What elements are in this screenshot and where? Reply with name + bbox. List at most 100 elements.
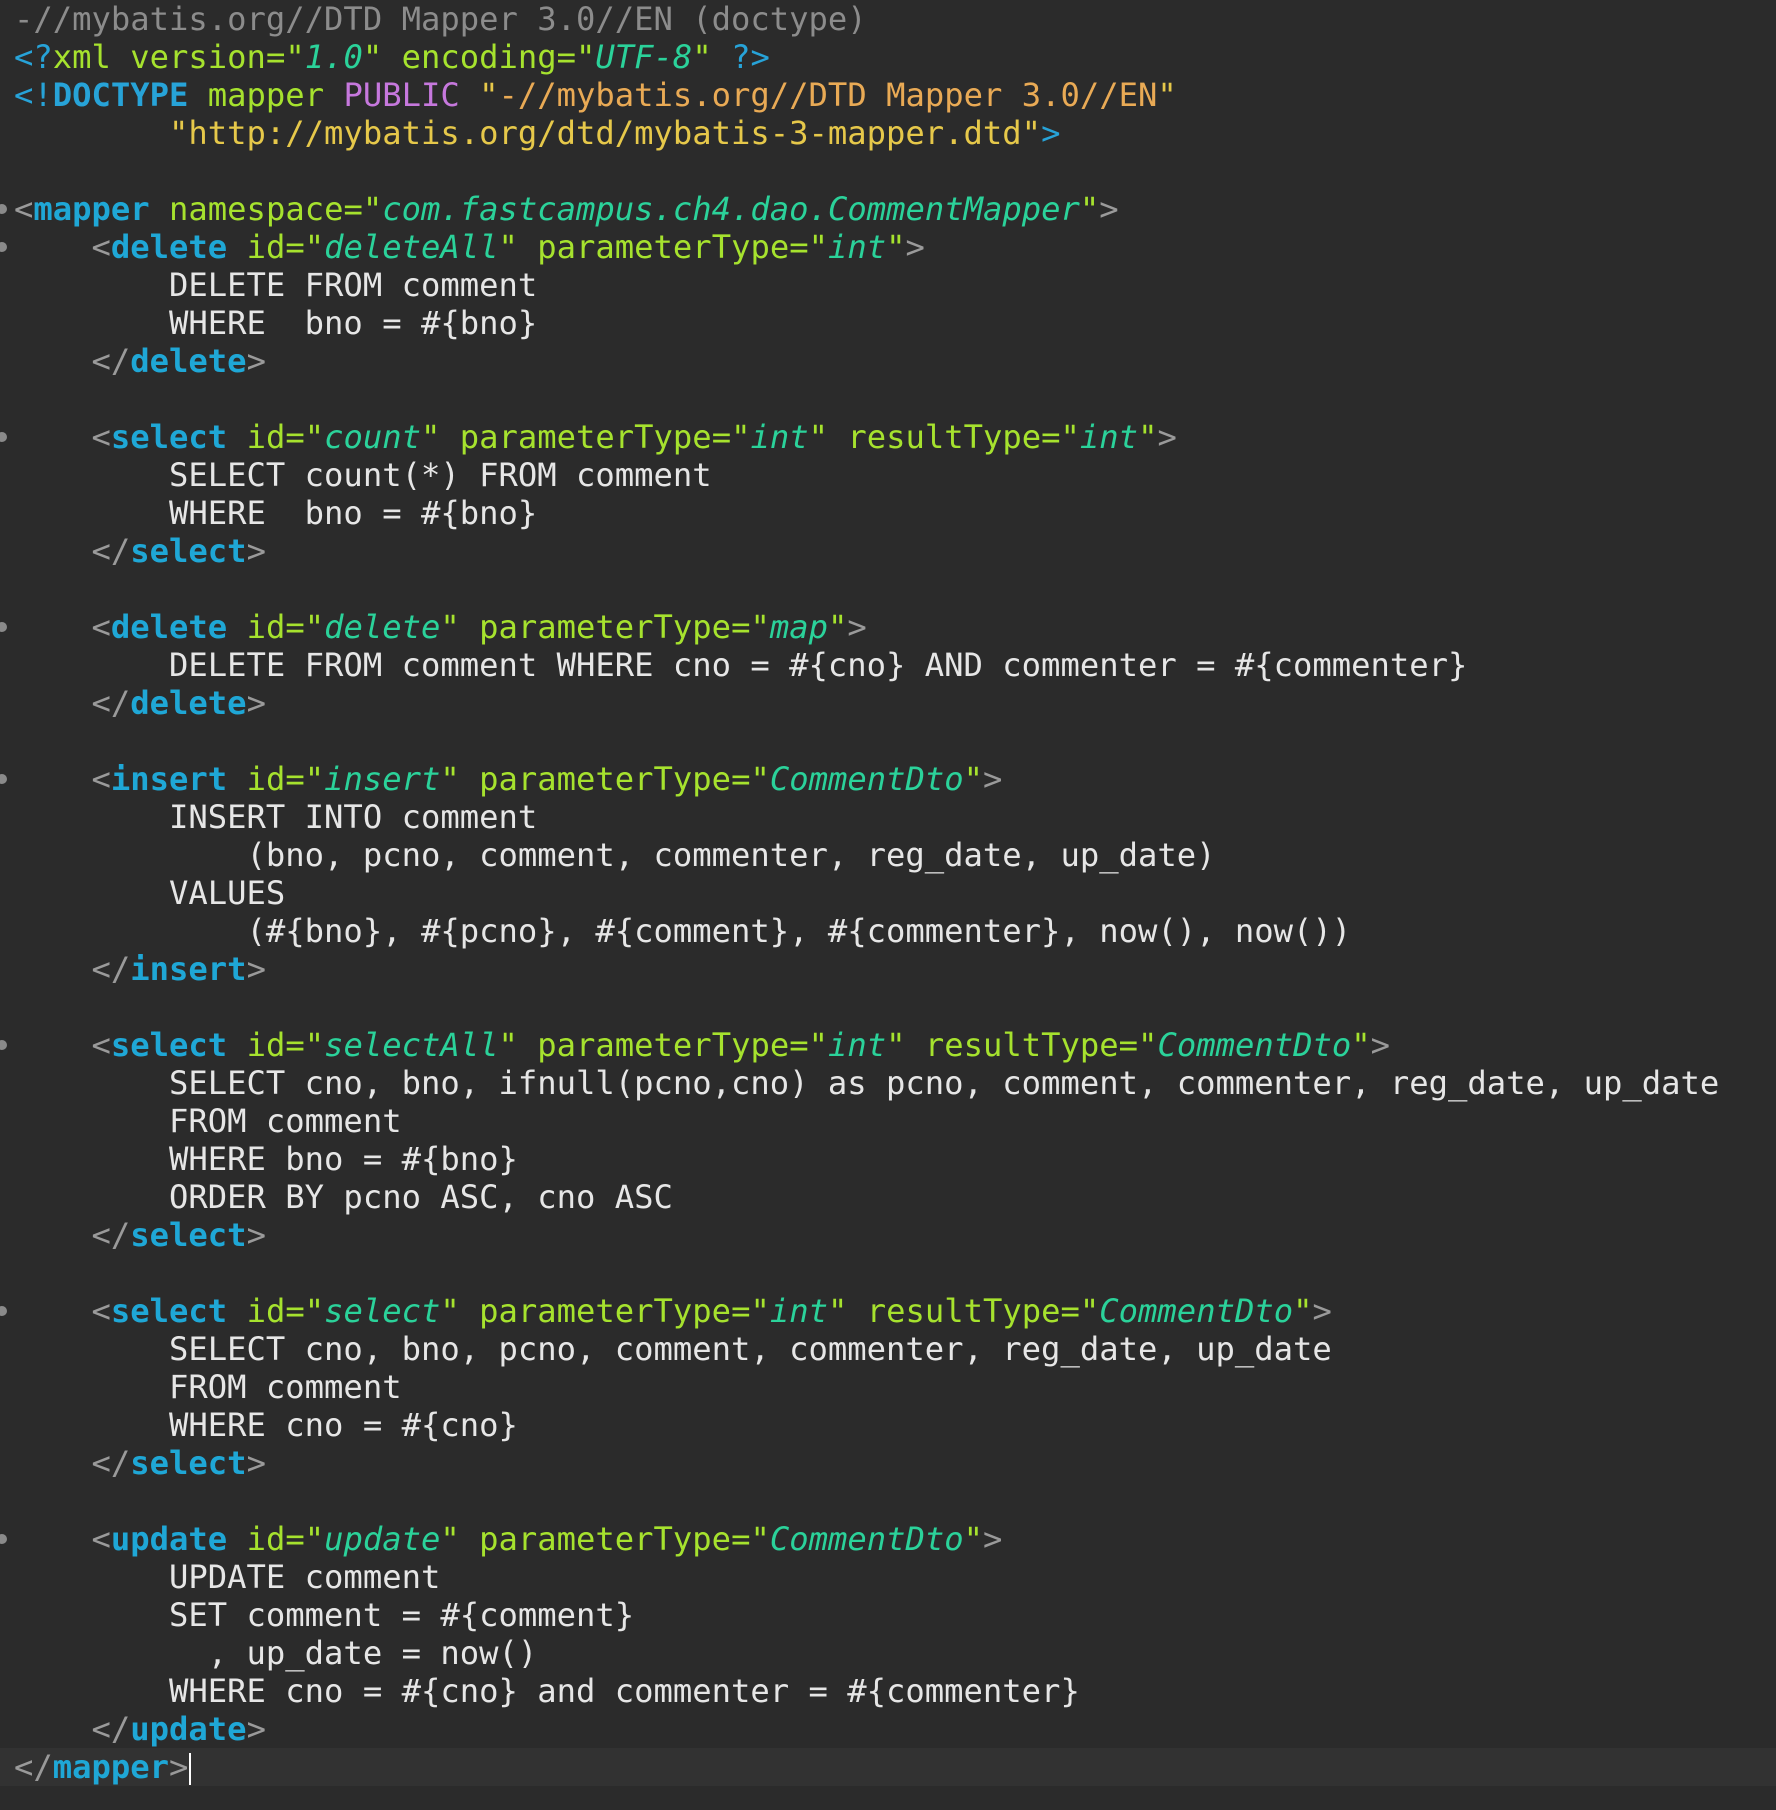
code-line[interactable]: SET comment = #{comment} bbox=[14, 1596, 634, 1634]
code-token: SET comment = #{comment} bbox=[14, 1596, 635, 1634]
fold-toggle-icon[interactable] bbox=[0, 774, 7, 784]
code-token: FROM comment bbox=[14, 1102, 402, 1140]
code-line[interactable]: </delete> bbox=[14, 342, 266, 380]
code-token: " bbox=[1293, 1292, 1313, 1330]
code-line[interactable]: (bno, pcno, comment, commenter, reg_date… bbox=[14, 836, 1216, 874]
code-token: =" bbox=[789, 1026, 828, 1064]
code-line[interactable]: SELECT cno, bno, ifnull(pcno,cno) as pcn… bbox=[14, 1064, 1719, 1102]
code-token: =" bbox=[285, 1520, 325, 1558]
code-token: select bbox=[130, 1216, 247, 1254]
code-line[interactable]: <mapper namespace="com.fastcampus.ch4.da… bbox=[14, 190, 1119, 228]
code-line[interactable]: </select> bbox=[14, 1444, 266, 1482]
code-line[interactable]: (#{bno}, #{pcno}, #{comment}, #{commente… bbox=[14, 912, 1352, 950]
code-line[interactable]: </select> bbox=[14, 1216, 266, 1254]
code-token: =" bbox=[285, 608, 325, 646]
code-token: > bbox=[983, 760, 1003, 798]
code-line[interactable]: WHERE bno = #{bno} bbox=[14, 494, 537, 532]
fold-toggle-icon[interactable] bbox=[0, 432, 7, 442]
code-line[interactable]: ORDER BY pcno ASC, cno ASC bbox=[14, 1178, 673, 1216]
code-line[interactable]: WHERE cno = #{cno} bbox=[14, 1406, 518, 1444]
code-token: =" bbox=[731, 608, 770, 646]
code-token: parameterType bbox=[479, 1520, 732, 1558]
code-token: " bbox=[479, 76, 499, 114]
code-line[interactable]: VALUES bbox=[14, 874, 285, 912]
code-line[interactable]: FROM comment bbox=[14, 1368, 402, 1406]
code-line[interactable]: <!DOCTYPE mapper PUBLIC "-//mybatis.org/… bbox=[14, 76, 1177, 114]
code-token: mapper bbox=[52, 1748, 170, 1786]
code-token: =" bbox=[285, 228, 325, 266]
code-line[interactable]: WHERE bno = #{bno} bbox=[14, 304, 537, 342]
code-token: WHERE cno = #{cno} and commenter = #{com… bbox=[14, 1672, 1080, 1710]
code-line[interactable]: DELETE FROM comment bbox=[14, 266, 537, 304]
code-token: select bbox=[130, 1444, 247, 1482]
code-line[interactable]: WHERE bno = #{bno} bbox=[14, 1140, 518, 1178]
code-token: > bbox=[983, 1520, 1003, 1558]
code-token: WHERE cno = #{cno} bbox=[14, 1406, 518, 1444]
code-token: > bbox=[246, 1444, 266, 1482]
code-line[interactable]: "http://mybatis.org/dtd/mybatis-3-mapper… bbox=[14, 114, 1060, 152]
code-line[interactable]: </mapper> bbox=[0, 1748, 1776, 1786]
code-token: mapper bbox=[207, 76, 344, 114]
code-line[interactable]: INSERT INTO comment bbox=[14, 798, 537, 836]
code-token: update bbox=[130, 1710, 247, 1748]
code-token: " bbox=[827, 608, 848, 646]
code-editor[interactable]: -//mybatis.org//DTD Mapper 3.0//EN (doct… bbox=[0, 0, 1776, 1810]
code-line[interactable]: , up_date = now() bbox=[14, 1634, 537, 1672]
code-line[interactable]: -//mybatis.org//DTD Mapper 3.0//EN (doct… bbox=[14, 0, 867, 38]
code-token: > bbox=[1157, 418, 1177, 456]
code-token: > bbox=[246, 342, 266, 380]
code-token: count bbox=[324, 418, 421, 456]
code-token: " bbox=[692, 38, 732, 76]
code-token: =" bbox=[731, 1520, 770, 1558]
fold-toggle-icon[interactable] bbox=[0, 1040, 7, 1050]
code-token: =" bbox=[285, 1292, 325, 1330]
code-token: > bbox=[246, 1216, 266, 1254]
code-line[interactable]: UPDATE comment bbox=[14, 1558, 440, 1596]
code-line[interactable]: <select id="count" parameterType="int" r… bbox=[14, 418, 1177, 456]
code-line[interactable]: </select> bbox=[14, 532, 266, 570]
code-token: WHERE bno = #{bno} bbox=[14, 494, 538, 532]
code-token: resultType bbox=[847, 418, 1042, 456]
code-token: resultType bbox=[866, 1292, 1061, 1330]
fold-toggle-icon[interactable] bbox=[0, 1306, 7, 1316]
fold-toggle-icon[interactable] bbox=[0, 204, 7, 214]
code-line[interactable]: <?xml version="1.0" encoding="UTF-8" ?> bbox=[14, 38, 770, 76]
code-line[interactable]: SELECT count(*) FROM comment bbox=[14, 456, 712, 494]
fold-toggle-icon[interactable] bbox=[0, 622, 7, 632]
code-token: </ bbox=[91, 1444, 131, 1482]
code-line[interactable]: WHERE cno = #{cno} and commenter = #{com… bbox=[14, 1672, 1080, 1710]
code-line[interactable]: <select id="select" parameterType="int" … bbox=[14, 1292, 1332, 1330]
code-line[interactable]: DELETE FROM comment WHERE cno = #{cno} A… bbox=[14, 646, 1467, 684]
code-token: SELECT cno, bno, ifnull(pcno,cno) as pcn… bbox=[14, 1064, 1720, 1102]
code-token: FROM comment bbox=[14, 1368, 402, 1406]
code-line[interactable]: <select id="selectAll" parameterType="in… bbox=[14, 1026, 1391, 1064]
code-token: namespace bbox=[169, 190, 344, 228]
code-line[interactable]: FROM comment bbox=[14, 1102, 402, 1140]
fold-toggle-icon[interactable] bbox=[0, 242, 7, 252]
code-token: update bbox=[110, 1520, 247, 1558]
code-line[interactable]: </delete> bbox=[14, 684, 266, 722]
code-line[interactable]: SELECT cno, bno, pcno, comment, commente… bbox=[14, 1330, 1332, 1368]
code-token: delete bbox=[110, 228, 247, 266]
code-line[interactable]: </insert> bbox=[14, 950, 266, 988]
code-token: " bbox=[362, 38, 402, 76]
code-token: > bbox=[847, 608, 867, 646]
code-line[interactable]: </update> bbox=[14, 1710, 266, 1748]
code-token: " bbox=[1079, 190, 1100, 228]
code-token: select bbox=[110, 1026, 247, 1064]
code-line[interactable]: <delete id="deleteAll" parameterType="in… bbox=[14, 228, 925, 266]
code-token: < bbox=[91, 608, 111, 646]
code-token: =" bbox=[711, 418, 751, 456]
code-token: " bbox=[440, 1520, 480, 1558]
code-line[interactable]: <update id="update" parameterType="Comme… bbox=[14, 1520, 1003, 1558]
code-token: =" bbox=[731, 760, 770, 798]
fold-toggle-icon[interactable] bbox=[0, 1534, 7, 1544]
code-line[interactable]: <insert id="insert" parameterType="Comme… bbox=[14, 760, 1003, 798]
code-token: " bbox=[1138, 418, 1158, 456]
code-line[interactable]: <delete id="delete" parameterType="map"> bbox=[14, 608, 867, 646]
